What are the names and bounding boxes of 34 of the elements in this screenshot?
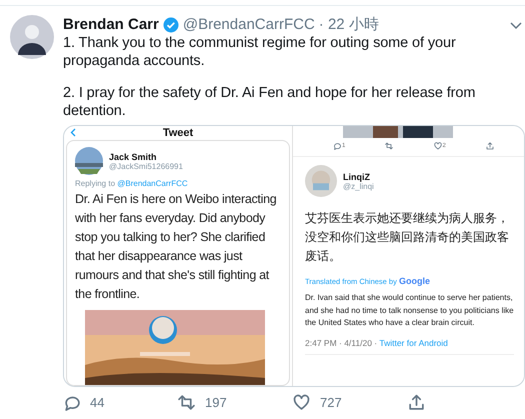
tweet-text: 2. I pray for the safety of Dr. Ai Fen and hope for her release from detention. xyxy=(63,85,476,120)
avatar xyxy=(305,165,337,197)
replying-to: Replying to @BrendanCarrFCC xyxy=(75,179,189,188)
like-icon xyxy=(293,394,310,411)
tweet-text: 艾芬医生表示她还要继续为病人服务，没空和你们这些脑回路清奇的美国政客废话。 xyxy=(305,210,510,265)
avatar[interactable] xyxy=(10,15,54,59)
retweet-icon xyxy=(385,142,394,150)
tweet-text: 1. Thank you to the communist regime for outing some of your propaganda accounts. xyxy=(63,35,457,70)
source-link[interactable]: Twitter for Android xyxy=(379,338,448,348)
chevron-down-icon[interactable] xyxy=(509,20,523,30)
tweet-text: Dr. Ai Fen is here on Weibo interacting with her fans everyday. Did anybody stop you talking to her? She clarified that her disappearance was just rumours and that she's still fighting at the frontline. xyxy=(75,191,278,303)
mention-link[interactable]: @BrendanCarrFCC xyxy=(117,179,188,188)
translated-text: Dr. Ivan said that she would continue to serve her patients, and she had no time to talk nonsense to you politicians like the United States who have a clear brain circuit. xyxy=(305,292,514,329)
avatar xyxy=(75,147,103,175)
retweet-icon xyxy=(178,394,195,411)
reply-icon xyxy=(333,142,342,150)
user-name: Jack Smith xyxy=(109,152,158,162)
like-button[interactable]: 727 xyxy=(293,394,408,411)
author-handle[interactable]: @BrendanCarrFCC xyxy=(182,15,315,35)
attached-image[interactable] xyxy=(63,125,525,387)
retweet-button[interactable]: 197 xyxy=(178,394,293,411)
screen-title: Tweet xyxy=(162,127,194,139)
back-icon xyxy=(70,128,76,137)
share-icon xyxy=(486,142,494,150)
reply-button[interactable]: 44 xyxy=(63,394,178,411)
share-icon xyxy=(408,394,425,411)
user-name: LinqiZ xyxy=(343,172,370,182)
user-handle: @JackSmi51266991 xyxy=(109,162,183,170)
timestamp: · 22 小時 xyxy=(318,15,379,35)
reply-icon xyxy=(63,394,80,411)
like-icon xyxy=(434,142,442,150)
author-name[interactable]: Brendan Carr xyxy=(63,15,159,35)
tweet-meta: 2:47 PM · 4/11/20 · Twitter for Android xyxy=(305,338,514,354)
user-handle: @z_linqi xyxy=(343,182,374,190)
